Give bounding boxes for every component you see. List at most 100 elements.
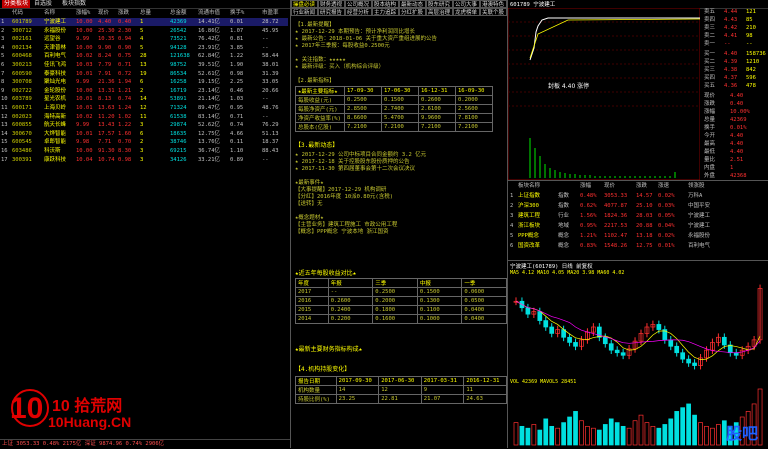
sector-header-cell[interactable]: 领涨股 bbox=[688, 182, 705, 191]
table-cell: 2017 bbox=[295, 287, 329, 297]
table-header-cell: 三季 bbox=[372, 278, 418, 288]
stock-row[interactable]: 7 600590 泰豪科技 10.01 7.91 0.72 19 86534 52.61亿 0.9… bbox=[0, 70, 288, 78]
header-market-cap[interactable]: 流通市值 bbox=[198, 9, 220, 17]
cell-code: 600545 bbox=[12, 139, 32, 146]
stat-label: 涨跌 bbox=[704, 101, 716, 107]
cell-volume: 12 bbox=[140, 105, 147, 111]
header-change[interactable]: 涨跌 bbox=[118, 9, 129, 17]
f10-tab[interactable]: 高层治理 bbox=[426, 8, 453, 16]
cell-market-cap: 33.21亿 bbox=[198, 156, 221, 163]
stock-row[interactable]: 14 300670 大烨智能 10.01 17.57 1.60 6 18635 12.75亿 4.… bbox=[0, 130, 288, 138]
header-volume[interactable]: 总量 bbox=[140, 9, 151, 17]
f10-tab[interactable]: 公司大事 bbox=[453, 0, 480, 8]
sector-header-cell[interactable]: 现价 bbox=[604, 182, 615, 191]
f10-tab[interactable]: 财务透视 bbox=[318, 0, 345, 8]
cell-change: 0.70 bbox=[118, 139, 132, 146]
sector-header-cell[interactable]: 板块名称 bbox=[518, 182, 540, 191]
f10-tab[interactable]: 分红扩股 bbox=[399, 8, 426, 16]
intraday-chart[interactable]: 封板 4.40 涨停 bbox=[508, 8, 700, 180]
stock-row[interactable]: 10 603789 星光农机 10.01 8.13 0.74 14 53891 21.14亿 1.… bbox=[0, 95, 288, 103]
table-cell: 7.8100 bbox=[455, 113, 493, 123]
stock-row[interactable]: 2 300712 永福股份 10.00 25.30 2.30 5 26542 16.86亿 1.0… bbox=[0, 27, 288, 35]
order-price: 4.37 bbox=[724, 75, 738, 81]
kline-volume-bar bbox=[579, 420, 584, 446]
order-label: 卖二 bbox=[704, 33, 716, 39]
table-cell: 12 bbox=[378, 385, 422, 395]
kline-volume-bar bbox=[519, 425, 525, 446]
f10-tab[interactable]: 股本结构 bbox=[372, 0, 399, 8]
header-amount[interactable]: 总金额 bbox=[170, 9, 187, 17]
f10-tab[interactable]: 行业新闻 bbox=[291, 8, 318, 16]
tab-watchlist[interactable]: 自选股 bbox=[32, 0, 54, 8]
header-name[interactable]: 名称 bbox=[44, 9, 55, 17]
cell-code: 002134 bbox=[12, 44, 32, 51]
header-pe-ratio[interactable]: 市盈率 bbox=[262, 9, 279, 17]
stock-row[interactable]: 8 300708 聚灿光电 9.99 21.36 1.94 6 16258 19.15亿 2.25… bbox=[0, 78, 288, 86]
cell-pe-ratio: 76.29 bbox=[262, 122, 279, 129]
stock-row[interactable]: 4 002134 天津普林 10.00 9.90 0.90 5 94128 23.91亿 3.85… bbox=[0, 44, 288, 52]
f10-tab[interactable]: 港澳特色 bbox=[480, 0, 507, 8]
table-cell: 0.2500 bbox=[372, 287, 418, 297]
kline-candle bbox=[543, 320, 549, 328]
kline-candle bbox=[614, 349, 620, 354]
header-price[interactable]: 现价 bbox=[98, 9, 109, 17]
sector-header-cell[interactable]: 涨速 bbox=[658, 182, 669, 191]
f10-tab[interactable]: 最新动态 bbox=[399, 0, 426, 8]
sector-row[interactable]: 3 建筑工程 行业 1.56% 1824.36 28.03 0.05% 宁波建工 bbox=[508, 212, 768, 221]
cell-volume: 11 bbox=[140, 113, 147, 120]
cell-turnover: 1.22 bbox=[230, 53, 244, 60]
cell-price: 10.74 bbox=[98, 156, 115, 163]
stock-row[interactable]: 5 600468 百利电气 10.02 8.24 0.75 28 121638 62.84亿 1.… bbox=[0, 52, 288, 60]
cell-price: 7.71 bbox=[98, 139, 112, 146]
sector-row[interactable]: 6 国资改革 概念 0.83% 1548.26 12.75 0.01% 百利电气 bbox=[508, 242, 768, 251]
f10-tab[interactable]: 股东研究 bbox=[426, 0, 453, 8]
sector-cell: 0.48% bbox=[580, 193, 597, 199]
cell-volume: 4 bbox=[140, 36, 144, 43]
f10-tab[interactable]: 龙虎榜单 bbox=[453, 8, 480, 16]
f10-tab[interactable]: 经营分析 bbox=[345, 8, 372, 16]
sector-header-cell[interactable]: 涨跌 bbox=[636, 182, 647, 191]
sector-cell: 0.62% bbox=[580, 203, 597, 209]
f10-tab[interactable]: 操盘必读 bbox=[291, 0, 318, 8]
sector-row[interactable]: 5 PPP概念 概念 1.21% 1102.47 13.18 0.02% 永福股份 bbox=[508, 232, 768, 241]
stock-row[interactable]: 1 601789 宁波建工 10.00 4.40 0.40 1 42369 14.41亿 0.01… bbox=[0, 18, 288, 26]
stat-label: 最高 bbox=[704, 141, 716, 147]
cell-amount: 38746 bbox=[170, 139, 187, 146]
header-turnover[interactable]: 换手% bbox=[230, 9, 244, 17]
stock-row[interactable]: 6 300213 佳讯飞鸿 10.03 7.79 0.71 13 98752 39.51亿 1.9… bbox=[0, 61, 288, 69]
cell-market-cap: 23.91亿 bbox=[198, 44, 221, 51]
f10-tab[interactable]: 主力追踪 bbox=[372, 8, 399, 16]
cell-amount: 34126 bbox=[170, 156, 187, 163]
order-price: 4.41 bbox=[724, 33, 738, 39]
stock-row[interactable]: 13 600855 航天长峰 9.99 13.43 1.22 3 29874 52.62亿 0.7… bbox=[0, 121, 288, 129]
cell-index: 13 bbox=[1, 122, 8, 129]
table-header-cell: 17-06-30 bbox=[381, 86, 419, 96]
table-cell: 5.4700 bbox=[381, 113, 419, 123]
sector-header-cell[interactable]: 涨幅 bbox=[580, 182, 591, 191]
stock-row[interactable]: 11 600171 上海贝岭 10.01 13.63 1.24 12 71324 89.47亿 0… bbox=[0, 104, 288, 112]
kline-volume-bar bbox=[644, 422, 650, 446]
cell-change-pct: 10.01 bbox=[76, 70, 93, 77]
table-cell: 2.8500 bbox=[344, 104, 382, 114]
order-vol: 121 bbox=[746, 9, 756, 15]
table-row: 持股比例(%) 23.25 22.81 21.07 24.63 bbox=[295, 394, 507, 404]
f10-tab[interactable]: 公司概况 bbox=[345, 0, 372, 8]
f10-tab[interactable]: 关联个股 bbox=[480, 8, 507, 16]
cell-change: 0.74 bbox=[118, 96, 132, 103]
sector-row[interactable]: 2 沪深300 指数 0.62% 4077.87 25.10 0.03% 中国平安 bbox=[508, 202, 768, 211]
header-change-pct[interactable]: 涨幅% bbox=[76, 9, 90, 17]
stock-row[interactable]: 15 600545 卓郎智能 9.98 7.71 0.70 2 38746 13.76亿 0.11… bbox=[0, 138, 288, 146]
f10-tab[interactable]: 研究报告 bbox=[318, 8, 345, 16]
kline-candle bbox=[692, 362, 697, 366]
stock-row[interactable]: 9 002722 金轮股份 10.00 13.31 1.21 2 16719 23.14亿 0.4… bbox=[0, 87, 288, 95]
stock-row[interactable]: 17 300391 康跃科技 10.04 10.74 0.98 3 34126 33.21亿 0.… bbox=[0, 156, 288, 164]
header-code[interactable]: 代码 bbox=[12, 9, 23, 17]
sector-cell: 2 bbox=[510, 203, 514, 209]
tab-category[interactable]: 分类板块 bbox=[2, 0, 31, 8]
stock-row[interactable]: 12 002023 海特高新 10.02 11.20 1.02 11 61538 83.14亿 0… bbox=[0, 113, 288, 121]
tab-sector-index[interactable]: 板块指数 bbox=[60, 0, 88, 8]
stock-row[interactable]: 16 603486 科沃斯 10.00 91.30 8.30 3 69215 36.74亿 1.1… bbox=[0, 147, 288, 155]
sector-row[interactable]: 4 浙江板块 地域 0.95% 2217.53 20.88 0.04% 宁波建工 bbox=[508, 222, 768, 231]
sector-row[interactable]: 1 上证指数 指数 0.48% 3053.33 14.57 0.02% 万科A bbox=[508, 192, 768, 201]
stock-row[interactable]: 3 002161 远望谷 9.99 10.35 0.94 4 73521 76.42亿 0.81 -… bbox=[0, 35, 288, 43]
